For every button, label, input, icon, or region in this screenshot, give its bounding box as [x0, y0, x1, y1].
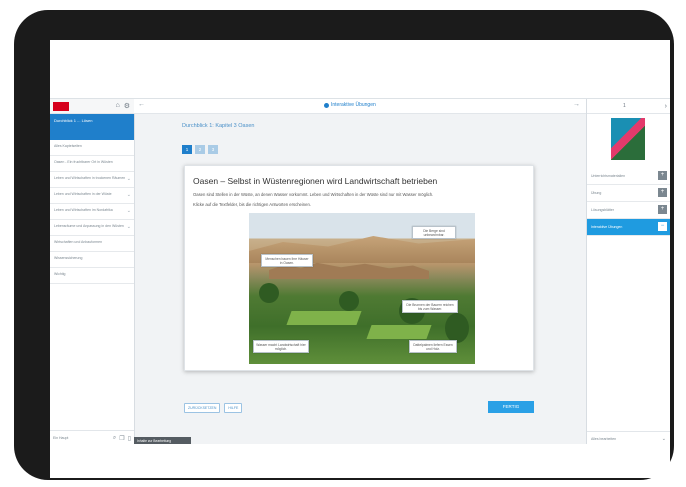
chevron-down-icon: ⌄ — [126, 176, 131, 182]
sidebar-list: Alles Kaptelseiten Oasen - Ein fruchtbar… — [50, 140, 134, 284]
minus-icon[interactable]: − — [658, 222, 667, 231]
exercise-pager: 1 2 3 — [182, 145, 218, 154]
right-panel-item-label: Unterrichtsmaterialien — [591, 174, 626, 178]
right-panel-item-label: Übung — [591, 191, 602, 195]
page-number: 1 — [623, 103, 626, 109]
book-cover-thumbnail[interactable] — [611, 118, 645, 160]
right-panel-item[interactable]: Unterrichtsmaterialien + — [587, 168, 670, 185]
sidebar-item[interactable]: Alles Kaptelseiten — [50, 140, 134, 156]
oasis-photo: Menschen bauen ihre Häuser in Oasen. Die… — [249, 213, 475, 364]
sidebar-item-label: Alles Kaptelseiten — [54, 144, 82, 148]
exercise-instruction: Klicke auf die Textfelder, bis die richt… — [193, 202, 311, 207]
page-button[interactable]: 3 — [208, 145, 218, 154]
sidebar-footer-tools: ⌕ ❐ ▯ — [113, 435, 134, 442]
pages-icon[interactable]: ▯ — [128, 435, 131, 442]
sidebar-item-label: Wissenssicherung — [54, 256, 83, 260]
chevron-down-icon: ⌄ — [126, 224, 131, 230]
sidebar-item[interactable]: Oasen - Ein fruchtbarer Ort in Wüsten — [50, 156, 134, 172]
photo-field — [366, 325, 432, 339]
sidebar-item[interactable]: Wirtschaften und Anbauformen — [50, 236, 134, 252]
collapse-arrow-icon[interactable]: → — [573, 101, 580, 108]
answer-hotspot[interactable]: Dattelpalmen liefern Essen und Holz. — [409, 340, 457, 353]
photo-palm — [259, 283, 279, 303]
right-panel-item-active[interactable]: Interaktive Übungen − — [587, 219, 670, 236]
sidebar-item-label: Oasen - Ein fruchtbarer Ort in Wüsten — [54, 160, 113, 164]
sidebar-item-label: Leben und Wirtschaften in trockenen Räum… — [54, 176, 126, 180]
photo-palm — [445, 313, 469, 343]
screen: ⌂ ⚙ Durchblick 1 ... Lösen Alles Kaptels… — [50, 40, 670, 478]
right-panel-footer[interactable]: Alles bearbeiten ⌄ — [587, 431, 670, 445]
sidebar-item[interactable]: Wissenssicherung — [50, 252, 134, 268]
bottom-blank-area — [50, 444, 670, 478]
sidebar-footer-label: Ein Haupt — [53, 436, 69, 440]
brand-title: Interaktive Übungen — [324, 102, 376, 108]
right-panel-item-label: Lösungsblätter — [591, 208, 614, 212]
app-window: ⌂ ⚙ Durchblick 1 ... Lösen Alles Kaptels… — [50, 98, 670, 445]
copy-icon[interactable]: ❐ — [119, 435, 124, 442]
brand-label: Interaktive Übungen — [331, 102, 376, 108]
brand-icon — [324, 102, 329, 108]
sidebar-header: ⌂ ⚙ — [50, 99, 134, 114]
help-button[interactable]: HILFE — [224, 403, 243, 413]
right-panel-item[interactable]: Übung + — [587, 185, 670, 202]
back-arrow-icon[interactable]: ← — [138, 101, 145, 108]
top-bar: ← Interaktive Übungen → — [134, 99, 586, 114]
right-panel: 1 › Unterrichtsmaterialien + Übung + Lös… — [586, 99, 670, 445]
right-panel-header: 1 › — [587, 99, 670, 114]
right-panel-item[interactable]: Lösungsblätter + — [587, 202, 670, 219]
sidebar-item-label: Wirtschaften und Anbauformen — [54, 240, 103, 244]
sidebar-item-label: Wichtig — [54, 272, 66, 276]
photo-field — [286, 311, 362, 325]
chevron-down-icon: ⌄ — [126, 208, 131, 214]
exercise-intro: Oasen sind Stellen in der Wüste, an dene… — [193, 192, 434, 197]
sidebar-item-label: Leben und Wirtschaften in der Wüste — [54, 192, 112, 196]
right-panel-footer-label: Alles bearbeiten — [591, 437, 617, 441]
answer-hotspot[interactable]: Wasser macht Landwirtschaft hier möglich… — [253, 340, 309, 353]
top-blank-area — [50, 40, 670, 98]
exercise-card: Oasen – Selbst in Wüstenregionen wird La… — [184, 165, 534, 371]
left-sidebar: ⌂ ⚙ Durchblick 1 ... Lösen Alles Kaptels… — [50, 99, 135, 445]
answer-hotspot[interactable]: Die Brunnen der Bauern reichen bis zum W… — [402, 300, 458, 313]
sidebar-item[interactable]: Lebensräume und Anpassung in den Wüsten ⌄ — [50, 220, 134, 236]
publisher-logo — [53, 101, 69, 111]
tablet-frame: ⌂ ⚙ Durchblick 1 ... Lösen Alles Kaptels… — [14, 10, 674, 480]
answer-hotspot[interactable]: Die Berge sind unbewohnbar. — [412, 226, 456, 239]
page-button[interactable]: 1 — [182, 145, 192, 154]
sidebar-item[interactable]: Leben und Wirtschaften in der Wüste ⌄ — [50, 188, 134, 204]
search-icon[interactable]: ⌕ — [113, 435, 116, 442]
photo-palm — [339, 291, 359, 311]
home-icon[interactable]: ⌂ — [115, 102, 119, 110]
page-button[interactable]: 2 — [195, 145, 205, 154]
reset-button[interactable]: ZURÜCKSETZEN — [184, 403, 221, 413]
chevron-right-icon[interactable]: › — [665, 103, 670, 110]
sidebar-item-label: Leben und Wirtschaften im Nordafrika — [54, 208, 113, 212]
plus-icon[interactable]: + — [658, 171, 667, 180]
sidebar-item[interactable]: Wichtig — [50, 268, 134, 284]
sidebar-footer: Ein Haupt ⌕ ❐ ▯ — [50, 430, 134, 445]
sidebar-current-chapter[interactable]: Durchblick 1 ... Lösen — [50, 114, 134, 140]
chevron-down-icon: ⌄ — [126, 192, 131, 198]
answer-hotspot[interactable]: Menschen bauen ihre Häuser in Oasen. — [261, 254, 313, 267]
done-button[interactable]: FERTIG — [488, 401, 534, 413]
exercise-actions: ZURÜCKSETZEN HILFE — [184, 403, 243, 413]
sidebar-item[interactable]: Leben und Wirtschaften im Nordafrika ⌄ — [50, 204, 134, 220]
sidebar-item[interactable]: Leben und Wirtschaften in trockenen Räum… — [50, 172, 134, 188]
breadcrumb: Durchblick 1: Kapitel 3 Oasen — [182, 123, 255, 129]
main-content: Durchblick 1: Kapitel 3 Oasen 1 2 3 Oase… — [134, 113, 586, 445]
plus-icon[interactable]: + — [658, 205, 667, 214]
sidebar-header-icons: ⌂ ⚙ — [115, 102, 134, 110]
sidebar-item-label: Lebensräume und Anpassung in den Wüsten — [54, 224, 124, 228]
plus-icon[interactable]: + — [658, 188, 667, 197]
exercise-title: Oasen – Selbst in Wüstenregionen wird La… — [193, 176, 438, 186]
settings-icon[interactable]: ⚙ — [124, 102, 130, 110]
right-panel-item-label: Interaktive Übungen — [591, 225, 623, 229]
